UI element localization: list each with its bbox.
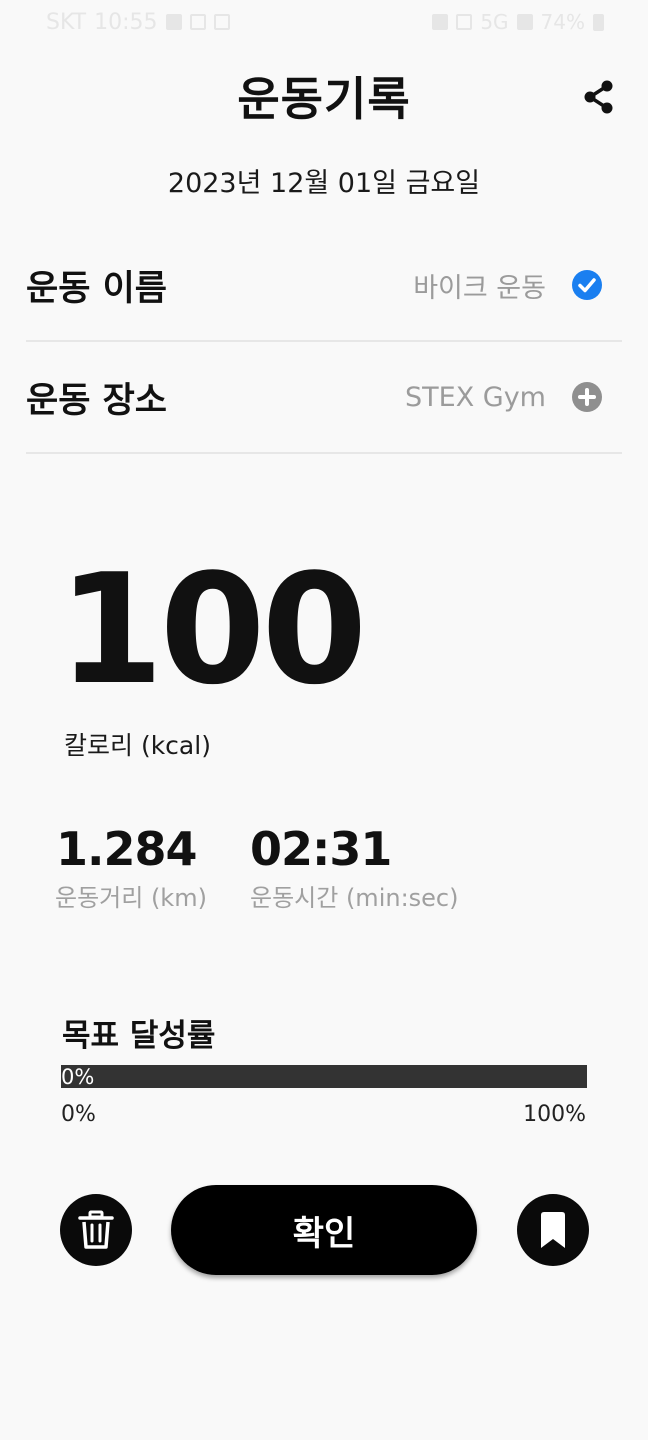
network-label: 5G [480,10,509,34]
exercise-location-value[interactable]: STEX Gym [405,342,546,452]
calories-label: 칼로리 (kcal) [64,731,211,760]
bookmark-icon [541,1212,565,1248]
home-notification-icon-2 [213,14,230,30]
exercise-location-row[interactable]: 운동 장소 STEX Gym [26,342,622,454]
workout-record-screen: SKT 10:55 5G 74% 운동기록 2023년 12월 01일 금요일 … [0,0,648,1440]
goal-progress-bar: 0% [61,1065,587,1089]
exercise-name-row[interactable]: 운동 이름 바이크 운동 [26,230,622,342]
clock: 10:55 [94,9,158,35]
mute-icon [456,14,473,30]
trash-icon [78,1210,114,1249]
battery-percent: 74% [540,10,585,34]
delete-button[interactable] [60,1194,132,1266]
goal-title: 목표 달성률 [62,1018,216,1054]
goal-min-label: 0% [61,1102,96,1127]
check-circle-icon[interactable] [572,270,602,300]
duration-label: 운동시간 (min:sec) [250,884,459,912]
confirm-button[interactable]: 확인 [171,1185,477,1275]
signal-icon [516,14,533,30]
share-icon[interactable] [580,78,618,116]
plus-circle-icon[interactable] [572,382,602,412]
home-notification-icon [189,14,206,30]
status-bar-right: 5G 74% [432,8,604,36]
exercise-name-label: 운동 이름 [26,268,167,309]
distance-value: 1.284 [56,822,198,876]
exercise-location-label: 운동 장소 [26,380,167,421]
workout-date: 2023년 12월 01일 금요일 [167,168,481,199]
alarm-icon [432,14,449,30]
goal-max-label: 100% [523,1102,586,1127]
exercise-name-value[interactable]: 바이크 운동 [413,230,546,340]
status-bar-left: SKT 10:55 [46,8,230,36]
battery-icon [593,13,604,31]
bookmark-button[interactable] [517,1194,589,1266]
distance-label: 운동거리 (km) [55,884,207,912]
duration-value: 02:31 [250,822,392,876]
page-title: 운동기록 [237,72,411,126]
gallery-notification-icon [165,14,182,30]
goal-progress-text: 0% [61,1065,95,1089]
calories-value: 100 [58,541,367,718]
carrier-label: SKT [46,9,87,35]
